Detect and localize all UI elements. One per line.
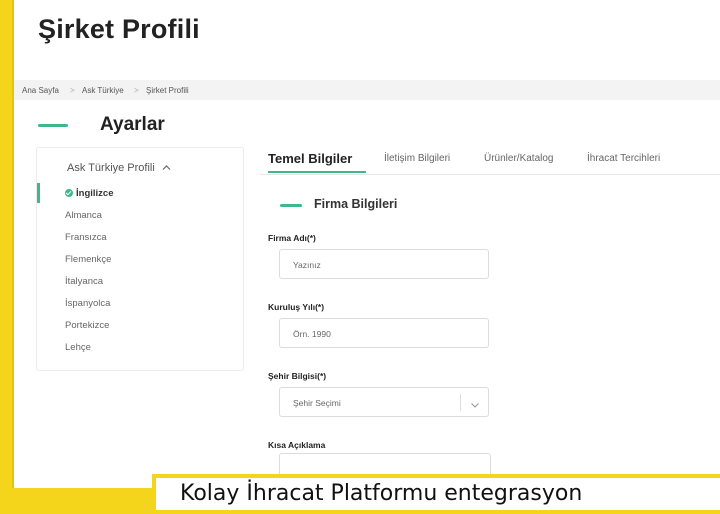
- breadcrumb-current: Şirket Profili: [146, 86, 189, 95]
- tab-ihracat-tercihleri[interactable]: İhracat Tercihleri: [587, 153, 660, 164]
- page-header: Şirket Profili: [14, 0, 720, 72]
- app-window: Şirket Profili Ana Sayfa > Ask Türkiye >…: [12, 0, 720, 488]
- sidebar-item-label: İngilizce: [76, 188, 114, 199]
- section-title: Firma Bilgileri: [314, 197, 398, 211]
- tabs-divider: [260, 174, 720, 175]
- breadcrumb-home[interactable]: Ana Sayfa: [22, 86, 59, 95]
- sidebar-item-lehce[interactable]: Lehçe: [65, 342, 91, 353]
- short-description-label: Kısa Açıklama: [268, 440, 326, 450]
- founded-year-placeholder: Örn. 1990: [293, 329, 331, 339]
- active-item-marker: [37, 183, 40, 203]
- language-sidebar: Ask Türkiye Profili İngilizce Almanca Fr…: [36, 147, 244, 371]
- chevron-down-icon[interactable]: [470, 397, 480, 408]
- sidebar-item-portekizce[interactable]: Portekizce: [65, 320, 109, 331]
- heading-accent-bar: [38, 124, 68, 127]
- sidebar-item-almanca[interactable]: Almanca: [65, 210, 102, 221]
- company-name-label: Firma Adı(*): [268, 233, 316, 243]
- breadcrumb-separator: >: [70, 86, 75, 95]
- city-placeholder: Şehir Seçimi: [293, 398, 341, 408]
- tab-iletisim-bilgileri[interactable]: İletişim Bilgileri: [384, 153, 450, 164]
- profile-toggle[interactable]: Ask Türkiye Profili: [67, 162, 171, 174]
- breadcrumb-separator: >: [134, 86, 139, 95]
- city-label: Şehir Bilgisi(*): [268, 371, 327, 381]
- caption-banner: Kolay İhracat Platformu entegrasyon: [152, 474, 720, 514]
- tab-urunler-katalog[interactable]: Ürünler/Katalog: [484, 153, 553, 164]
- caption-text: Kolay İhracat Platformu entegrasyon: [180, 481, 583, 506]
- city-select[interactable]: Şehir Seçimi: [279, 387, 489, 417]
- tab-temel-bilgiler[interactable]: Temel Bilgiler: [268, 151, 352, 166]
- breadcrumb-ask-turkiye[interactable]: Ask Türkiye: [82, 86, 124, 95]
- sidebar-item-fransizca[interactable]: Fransızca: [65, 232, 107, 243]
- select-divider: [460, 394, 461, 411]
- section-accent-bar: [280, 204, 302, 207]
- sidebar-item-ispanyolca[interactable]: İspanyolca: [65, 298, 110, 309]
- page-title: Şirket Profili: [38, 14, 200, 44]
- active-tab-underline: [268, 171, 366, 173]
- company-name-input[interactable]: Yazınız: [279, 249, 489, 279]
- breadcrumb: Ana Sayfa > Ask Türkiye > Şirket Profili: [14, 80, 720, 100]
- sidebar-item-ingilizce[interactable]: İngilizce: [65, 188, 113, 199]
- settings-title: Ayarlar: [100, 114, 165, 135]
- founded-year-input[interactable]: Örn. 1990: [279, 318, 489, 348]
- founded-year-label: Kuruluş Yılı(*): [268, 302, 325, 312]
- check-circle-icon: [65, 189, 73, 197]
- company-name-placeholder: Yazınız: [293, 260, 321, 270]
- profile-toggle-label: Ask Türkiye Profili: [67, 162, 155, 174]
- sidebar-item-italyanca[interactable]: İtalyanca: [65, 276, 103, 287]
- chevron-up-icon: [162, 162, 171, 174]
- sidebar-item-flemenkce[interactable]: Flemenkçe: [65, 254, 111, 265]
